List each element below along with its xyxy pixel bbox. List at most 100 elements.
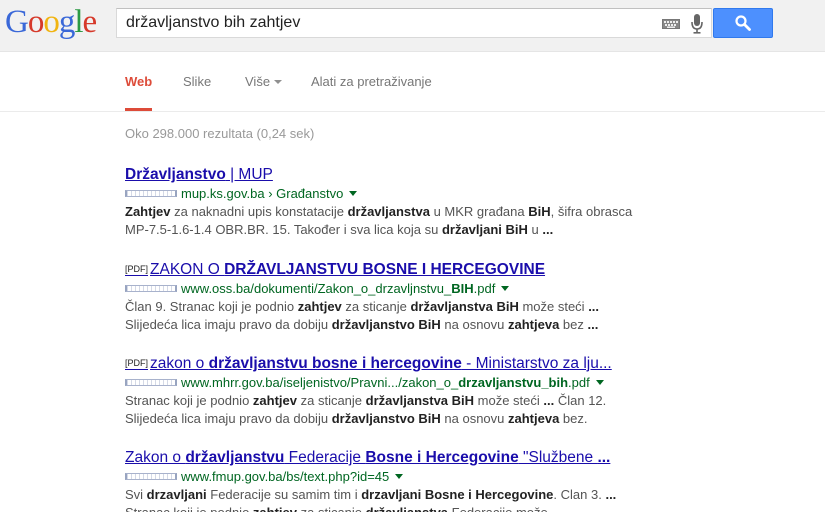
snippet-segment: državljanstvo BiH [331, 317, 441, 332]
snippet-segment: drzavljani Bosne i Hercegovine [361, 487, 554, 502]
google-logo[interactable]: Google [5, 3, 98, 41]
search-result: [PDF] ZAKON O DRŽAVLJANSTVU BOSNE I HERCE… [125, 260, 825, 334]
result-title-link[interactable]: [PDF] ZAKON O DRŽAVLJANSTVU BOSNE I HERCE… [125, 260, 825, 279]
magnifier-icon [735, 15, 751, 31]
favicon-icon [125, 473, 177, 481]
snippet-segment: zahtjev [297, 299, 342, 314]
snippet-segment: na osnovu [440, 411, 508, 426]
snippet-segment: državljanstva BiH [410, 299, 519, 314]
logo-letter: o [43, 4, 59, 40]
result-snippet-line: Član 9. Stranac koji je podnio zahtjev z… [125, 298, 825, 316]
title-segment: Zakon o [125, 449, 186, 466]
title-segment: DRŽAVLJANSTVU BOSNE I HERCEGOVINE [224, 261, 546, 278]
snippet-segment: Federacije su samim tim i [206, 487, 362, 502]
search-result: [PDF] zakon o državljanstvu bosne i herce… [125, 354, 825, 428]
snippet-segment: državljanstva [366, 505, 448, 512]
logo-letter: o [27, 4, 44, 40]
tab-more-label: Više [245, 74, 271, 89]
snippet-segment: zahtjev [253, 505, 297, 512]
favicon-icon [125, 190, 177, 198]
snippet-segment: Svi [125, 487, 147, 502]
tab-search-tools-label: Alati za pretraživanje [311, 74, 432, 89]
title-segment: Državljanstvo [125, 166, 226, 183]
url-segment: www.oss.ba/dokumenti/Zakon_o_drzavljnstv… [181, 281, 452, 296]
snippet-segment: Zahtjev [125, 204, 171, 219]
snippet-segment: BiH [528, 204, 551, 219]
microphone-icon[interactable] [691, 14, 703, 34]
title-segment: | MUP [225, 166, 273, 183]
snippet-segment: ... [543, 393, 555, 408]
url-segment: www.fmup.gov.ba/bs/text.php?id=45 [181, 469, 390, 484]
snippet-segment: Slijedeća lica imaju pravo da dobiju [125, 317, 332, 332]
snippet-segment: zahtjev [252, 393, 297, 408]
snippet-segment: MP-7.5-1.6-1.4 OBR.BR. 15. Također i sva… [125, 222, 442, 237]
favicon-icon [125, 379, 177, 387]
snippet-segment: za sticanje [297, 393, 366, 408]
result-snippet-line: Slijedeća lica imaju pravo da dobiju drž… [125, 316, 825, 334]
result-title-link[interactable]: Zakon o državljanstvu Federacije Bosne i… [125, 448, 825, 467]
result-url: mup.ks.gov.ba › Građanstvo [125, 185, 825, 203]
snippet-segment: . Clan 3. [553, 487, 606, 502]
title-segment: Bosne i Hercegovine [365, 449, 519, 466]
result-title-link[interactable]: [PDF] zakon o državljanstvu bosne i herce… [125, 354, 825, 373]
url-dropdown-icon[interactable] [395, 474, 404, 480]
url-dropdown-icon[interactable] [595, 380, 604, 386]
snippet-segment: Federacije može [448, 505, 551, 512]
snippet-segment: ... [605, 487, 617, 502]
snippet-segment: , šifra obrasca [550, 204, 633, 219]
url-segment: drzavljanstvu_bih [458, 375, 569, 390]
pdf-tag: [PDF] [125, 264, 149, 274]
logo-letter: G [5, 4, 29, 40]
tab-more[interactable]: Više [245, 52, 283, 111]
title-segment: ... [597, 449, 611, 466]
snippet-segment: u MKR građana [429, 204, 529, 219]
favicon-icon [125, 285, 177, 293]
title-segment: ZAKON O [150, 261, 225, 278]
title-segment: zakon o [150, 355, 209, 372]
snippet-segment: zahtjeva [508, 411, 560, 426]
result-snippet-line: Slijedeća lica imaju pravo da dobiju drž… [125, 410, 825, 428]
snippet-segment: može steći [474, 393, 544, 408]
tab-images[interactable]: Slike [183, 52, 211, 111]
tab-web[interactable]: Web [125, 52, 153, 111]
pdf-tag: [PDF] [125, 358, 149, 368]
title-segment: - Ministarstvo za lju... [461, 355, 612, 372]
logo-letter: l [74, 4, 83, 40]
url-segment: mup.ks.gov.ba › Građanstvo [181, 186, 344, 201]
search-result: Zakon o državljanstvu Federacije Bosne i… [125, 448, 825, 512]
url-segment: BIH [451, 281, 474, 296]
snippet-segment: državljanstvo BiH [331, 411, 441, 426]
url-dropdown-icon[interactable] [501, 286, 510, 292]
title-segment: državljanstvu bosne i hercegovine [208, 355, 462, 372]
result-title-link[interactable]: Državljanstvo | MUP [125, 165, 825, 184]
snippet-segment: Stranac koji je podnio [125, 505, 253, 512]
tab-web-label: Web [125, 74, 153, 89]
result-snippet-line: MP-7.5-1.6-1.4 OBR.BR. 15. Također i sva… [125, 221, 825, 239]
snippet-segment: za sticanje [341, 299, 411, 314]
snippet-segment: državljanstva [347, 204, 430, 219]
snippet-segment: na osnovu [440, 317, 508, 332]
title-segment: Federacije [284, 449, 366, 466]
tab-search-tools[interactable]: Alati za pretraživanje [311, 52, 432, 111]
chevron-down-icon [274, 79, 283, 84]
result-snippet-line: Stranac koji je podnio zahtjev za stican… [125, 504, 825, 512]
search-box[interactable]: državljanstvo bih zahtjev [116, 8, 712, 38]
logo-letter: e [82, 4, 98, 40]
search-button[interactable] [713, 8, 773, 38]
snippet-segment: Član 9. Stranac koji je podnio [125, 299, 298, 314]
search-result: Državljanstvo | MUP mup.ks.gov.ba › Građ… [125, 165, 825, 239]
snippet-segment: državljani BiH [441, 222, 528, 237]
snippet-segment: zahtjeva [508, 317, 560, 332]
keyboard-icon[interactable] [662, 19, 680, 29]
title-segment: "Službene [518, 449, 598, 466]
url-dropdown-icon[interactable] [349, 191, 358, 197]
logo-letter: g [58, 4, 75, 40]
snippet-segment: za sticanje [297, 505, 366, 512]
snippet-segment: ... [551, 505, 562, 512]
snippet-segment: za naknadni upis konstatacije [170, 204, 348, 219]
tab-images-label: Slike [183, 74, 212, 89]
snippet-segment: ... [588, 299, 600, 314]
url-segment: www.mhrr.gov.ba/iseljenistvo/Pravni.../z… [181, 375, 459, 390]
url-segment: .pdf [473, 281, 496, 296]
search-input[interactable]: državljanstvo bih zahtjev [126, 9, 300, 37]
